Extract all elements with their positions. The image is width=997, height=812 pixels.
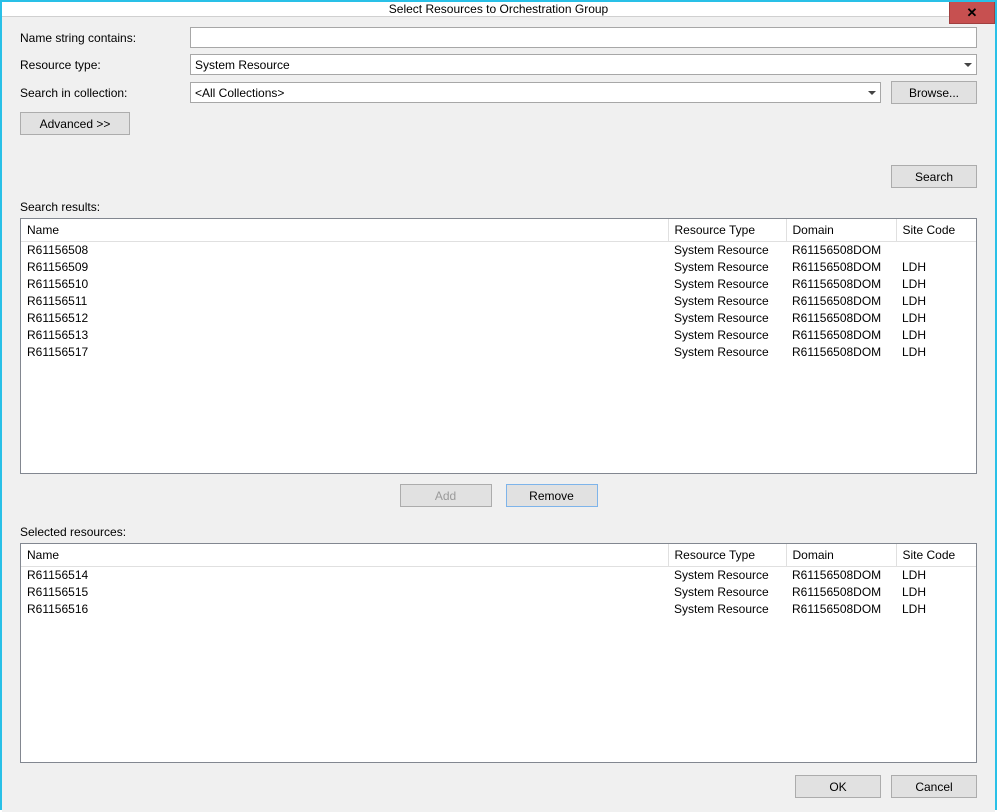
cell-name: R61156514 [21,566,668,583]
cell-restype: System Resource [668,600,786,617]
table-row[interactable]: R61156508System ResourceR61156508DOM [21,241,976,258]
cell-domain: R61156508DOM [786,566,896,583]
row-search-button: Search [20,165,977,188]
search-results-table: Name Resource Type Domain Site Code R611… [21,219,976,360]
add-button[interactable]: Add [400,484,492,507]
chevron-down-icon [964,63,972,67]
table-header-row: Name Resource Type Domain Site Code [21,219,976,241]
titlebar: Select Resources to Orchestration Group … [2,2,995,17]
cell-site: LDH [896,583,976,600]
cell-site: LDH [896,292,976,309]
name-contains-input[interactable] [190,27,977,48]
cell-restype: System Resource [668,275,786,292]
cell-name: R61156511 [21,292,668,309]
cell-domain: R61156508DOM [786,241,896,258]
cell-restype: System Resource [668,292,786,309]
cell-site: LDH [896,258,976,275]
chevron-down-icon [868,91,876,95]
search-results-list[interactable]: Name Resource Type Domain Site Code R611… [20,218,977,474]
add-remove-row: Add Remove [20,484,977,507]
selected-resources-table: Name Resource Type Domain Site Code R611… [21,544,976,617]
table-header-row: Name Resource Type Domain Site Code [21,544,976,566]
table-row[interactable]: R61156514System ResourceR61156508DOMLDH [21,566,976,583]
col-header-restype[interactable]: Resource Type [668,219,786,241]
cell-site: LDH [896,566,976,583]
remove-button[interactable]: Remove [506,484,598,507]
cell-restype: System Resource [668,258,786,275]
table-row[interactable]: R61156509System ResourceR61156508DOMLDH [21,258,976,275]
resource-type-select[interactable]: System Resource [190,54,977,75]
col-header-name[interactable]: Name [21,219,668,241]
row-resource-type: Resource type: System Resource [20,54,977,75]
cell-site: LDH [896,309,976,326]
cell-domain: R61156508DOM [786,292,896,309]
table-row[interactable]: R61156513System ResourceR61156508DOMLDH [21,326,976,343]
window-title: Select Resources to Orchestration Group [389,2,608,16]
col-header-domain[interactable]: Domain [786,544,896,566]
cell-domain: R61156508DOM [786,326,896,343]
selected-resources-list[interactable]: Name Resource Type Domain Site Code R611… [20,543,977,763]
cell-site: LDH [896,275,976,292]
search-button[interactable]: Search [891,165,977,188]
advanced-button[interactable]: Advanced >> [20,112,130,135]
cell-restype: System Resource [668,326,786,343]
cell-domain: R61156508DOM [786,258,896,275]
cell-name: R61156515 [21,583,668,600]
cell-name: R61156510 [21,275,668,292]
cell-domain: R61156508DOM [786,600,896,617]
browse-button[interactable]: Browse... [891,81,977,104]
label-name-contains: Name string contains: [20,31,190,45]
col-header-site[interactable]: Site Code [896,219,976,241]
cell-site: LDH [896,343,976,360]
label-search-results: Search results: [20,200,977,214]
dialog-window: Select Resources to Orchestration Group … [0,0,997,810]
cancel-button[interactable]: Cancel [891,775,977,798]
content-area: Name string contains: Resource type: Sys… [2,17,995,812]
cell-domain: R61156508DOM [786,275,896,292]
cell-domain: R61156508DOM [786,309,896,326]
cell-name: R61156512 [21,309,668,326]
col-header-name[interactable]: Name [21,544,668,566]
cell-domain: R61156508DOM [786,343,896,360]
cell-name: R61156513 [21,326,668,343]
cell-name: R61156508 [21,241,668,258]
table-row[interactable]: R61156515System ResourceR61156508DOMLDH [21,583,976,600]
label-selected-resources: Selected resources: [20,525,977,539]
dialog-buttons: OK Cancel [20,775,977,798]
cell-name: R61156516 [21,600,668,617]
cell-site: LDH [896,326,976,343]
label-resource-type: Resource type: [20,58,190,72]
table-row[interactable]: R61156511System ResourceR61156508DOMLDH [21,292,976,309]
row-advanced: Advanced >> [20,112,977,135]
table-row[interactable]: R61156517System ResourceR61156508DOMLDH [21,343,976,360]
cell-name: R61156517 [21,343,668,360]
ok-button[interactable]: OK [795,775,881,798]
collection-value: <All Collections> [195,86,284,100]
row-search-in: Search in collection: <All Collections> … [20,81,977,104]
cell-name: R61156509 [21,258,668,275]
cell-site [896,241,976,258]
cell-restype: System Resource [668,241,786,258]
table-row[interactable]: R61156512System ResourceR61156508DOMLDH [21,309,976,326]
cell-restype: System Resource [668,583,786,600]
resource-type-value: System Resource [195,58,290,72]
cell-site: LDH [896,600,976,617]
col-header-domain[interactable]: Domain [786,219,896,241]
cell-restype: System Resource [668,343,786,360]
col-header-site[interactable]: Site Code [896,544,976,566]
collection-select[interactable]: <All Collections> [190,82,881,103]
label-search-in: Search in collection: [20,86,190,100]
row-name-contains: Name string contains: [20,27,977,48]
close-icon: ✕ [967,5,978,21]
table-row[interactable]: R61156510System ResourceR61156508DOMLDH [21,275,976,292]
cell-domain: R61156508DOM [786,583,896,600]
cell-restype: System Resource [668,566,786,583]
close-button[interactable]: ✕ [949,2,995,24]
cell-restype: System Resource [668,309,786,326]
table-row[interactable]: R61156516System ResourceR61156508DOMLDH [21,600,976,617]
col-header-restype[interactable]: Resource Type [668,544,786,566]
